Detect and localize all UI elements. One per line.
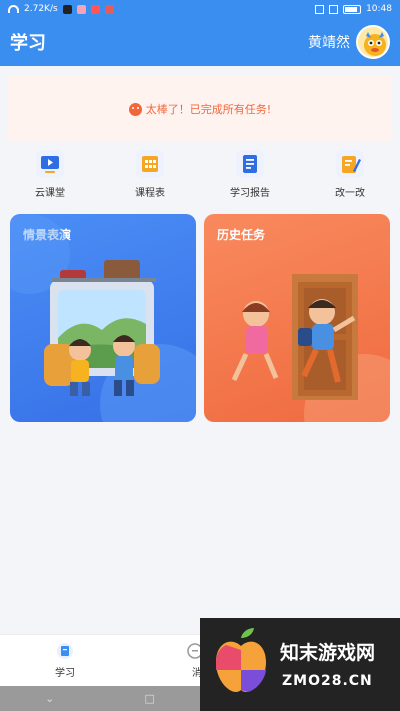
app-header: 学习 黄靖然 (0, 18, 400, 66)
report-document-icon (236, 150, 264, 178)
quick-nav-label: 课程表 (135, 188, 165, 199)
wifi-icon (8, 5, 19, 13)
top-bar: 2.72K/s 10:48 学习 黄靖然 (0, 0, 400, 66)
kids-running-illustration (231, 274, 390, 422)
quick-nav-label: 云课堂 (35, 188, 65, 199)
watermark-url: ZMO28.CN (282, 673, 373, 689)
back-chevron-icon[interactable]: ⌄ (45, 692, 54, 705)
history-tasks-card[interactable]: 历史任务 (204, 214, 390, 422)
watermark-text: 知末游戏网 (280, 642, 376, 664)
apple-logo-icon (216, 628, 266, 692)
app-notification-icon (90, 4, 100, 14)
quick-nav-study-report[interactable]: 学习报告 (200, 150, 300, 206)
page-title: 学习 (10, 33, 46, 54)
train-travel-illustration (10, 214, 196, 422)
tab-label: 学习 (55, 668, 75, 679)
book-icon (57, 643, 73, 659)
home-square-icon[interactable]: □ (145, 692, 155, 705)
quick-nav: 云课堂 课程表 学习报告 改一改 (0, 150, 400, 206)
avatar[interactable] (356, 25, 390, 59)
signal-icon (329, 4, 339, 14)
edit-pencil-icon (336, 150, 364, 178)
app-notification-icon (76, 4, 86, 14)
quick-nav-revise[interactable]: 改一改 (300, 150, 400, 206)
scene-performance-card[interactable]: 情景表演 (10, 214, 196, 422)
banner-message: 太棒了！已完成所有任务! (145, 103, 272, 116)
battery-icon (343, 4, 362, 14)
username: 黄靖然 (308, 35, 350, 51)
task-complete-banner: 太棒了！已完成所有任务! (8, 76, 392, 142)
calendar-grid-icon (136, 150, 164, 178)
watermark: 知末游戏网 ZMO28.CN (200, 618, 400, 711)
sim-icon (315, 4, 325, 14)
status-bar: 2.72K/s 10:48 (0, 0, 400, 18)
quick-nav-timetable[interactable]: 课程表 (100, 150, 200, 206)
cartoon-avatar-icon (364, 32, 386, 56)
clock: 10:48 (366, 4, 392, 14)
app-notification-icon (62, 4, 72, 14)
video-play-icon (36, 150, 64, 178)
quick-nav-label: 改一改 (335, 188, 365, 199)
app-notification-icon (104, 4, 114, 14)
quick-nav-label: 学习报告 (230, 188, 270, 199)
user-info[interactable]: 黄靖然 (308, 25, 390, 59)
network-speed: 2.72K/s (24, 4, 58, 14)
smile-icon (128, 102, 142, 116)
tab-study[interactable]: 学习 (0, 635, 130, 686)
quick-nav-cloud-class[interactable]: 云课堂 (0, 150, 100, 206)
